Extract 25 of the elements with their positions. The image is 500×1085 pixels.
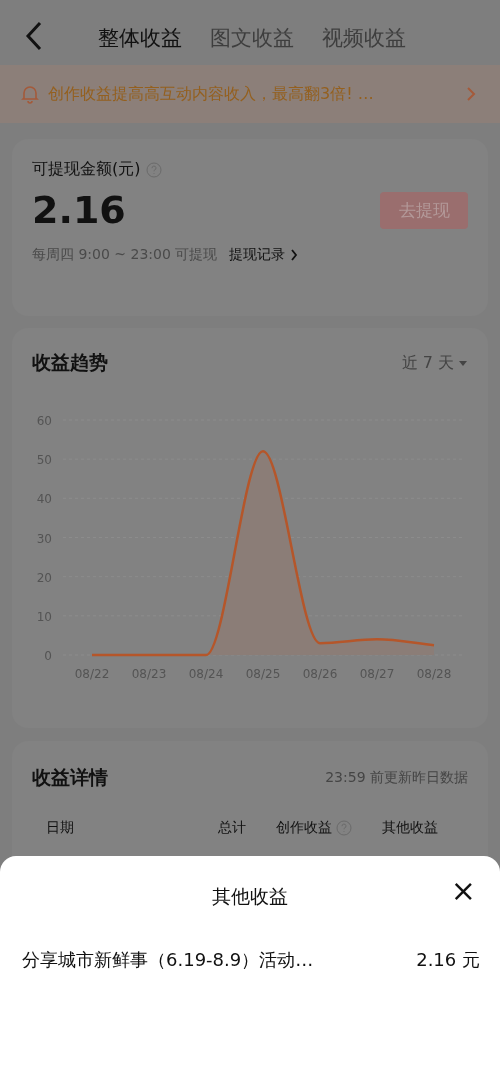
balance-label: 可提现金额(元) — [32, 159, 141, 180]
sheet-title: 其他收益 — [212, 884, 288, 909]
income-item-name: 分享城市新鲜事（6.19-8.9）活动… — [22, 948, 314, 972]
column-header: 创作收益 — [276, 819, 382, 837]
chevron-right-icon — [289, 248, 300, 262]
tab[interactable]: 视频收益 — [322, 23, 406, 52]
income-amount: 2.16 元 — [416, 948, 480, 972]
update-note: 23:59 前更新昨日数据 — [325, 769, 468, 787]
column-header: 其他收益 — [382, 819, 438, 837]
card-title: 收益趋势 — [32, 350, 108, 375]
caret-down-icon — [458, 359, 468, 367]
withdraw-record-link[interactable]: 提现记录 — [229, 246, 300, 264]
tab[interactable]: 图文收益 — [210, 23, 294, 52]
bell-icon — [20, 84, 40, 104]
balance-amount: 2.16 — [32, 188, 126, 232]
card-title: 收益详情 — [32, 765, 108, 790]
notice-text: 创作收益提高高互动内容收入，最高翻3倍! … — [48, 83, 375, 105]
notice-banner[interactable]: 创作收益提高高互动内容收入，最高翻3倍! … — [0, 65, 500, 123]
tab[interactable]: 整体收益 — [98, 23, 182, 52]
column-header: 日期 — [46, 819, 75, 837]
column-header: 总计 — [218, 819, 247, 837]
back-icon — [24, 21, 44, 51]
chevron-right-icon — [466, 86, 476, 102]
close-button[interactable]: × — [450, 876, 476, 906]
range-dropdown[interactable]: 近 7 天 — [401, 352, 468, 374]
